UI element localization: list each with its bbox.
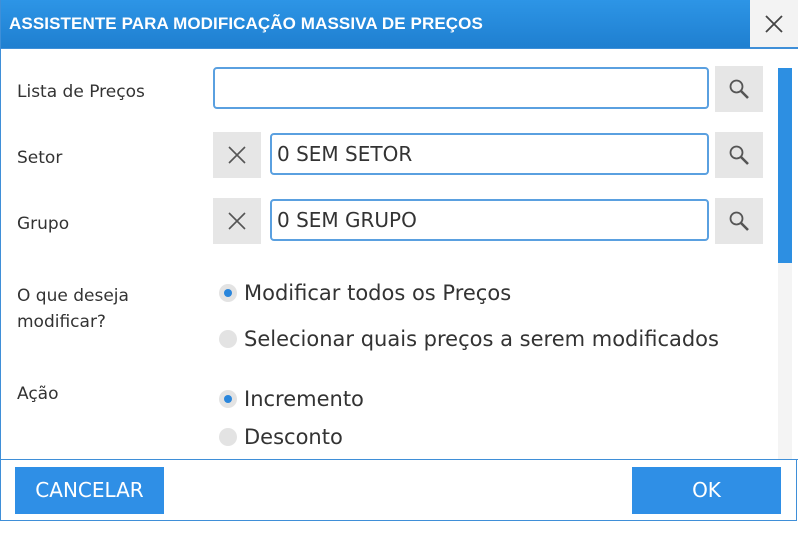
grupo-input[interactable]: 0 SEM GRUPO (270, 199, 709, 241)
radio-desconto[interactable] (219, 428, 237, 446)
cancel-button[interactable]: CANCELAR (15, 467, 164, 514)
close-icon (765, 15, 783, 33)
grupo-search-button[interactable] (715, 198, 763, 244)
radio-modificar-todos-label[interactable]: Modificar todos os Preços (244, 281, 511, 305)
lista-precos-label: Lista de Preços (17, 82, 145, 102)
radio-selecionar-precos-label[interactable]: Selecionar quais preços a serem modifica… (244, 327, 719, 351)
form-area: Lista de Preços Setor 0 SEM SETOR Grupo … (1, 48, 798, 460)
scroll-thumb[interactable] (778, 68, 792, 263)
clear-icon (228, 146, 246, 164)
scrollbar[interactable] (778, 68, 792, 459)
close-button[interactable] (750, 0, 798, 48)
radio-modificar-todos[interactable] (219, 284, 237, 302)
lista-precos-search-button[interactable] (715, 66, 763, 112)
radio-incremento-label[interactable]: Incremento (244, 387, 364, 411)
search-icon (729, 79, 749, 99)
title-bar: ASSISTENTE PARA MODIFICAÇÃO MASSIVA DE P… (1, 0, 750, 48)
acao-label: Ação (17, 384, 59, 404)
clear-icon (228, 212, 246, 230)
radio-selecionar-precos[interactable] (219, 330, 237, 348)
radio-desconto-label[interactable]: Desconto (244, 425, 343, 449)
dialog: ASSISTENTE PARA MODIFICAÇÃO MASSIVA DE P… (0, 0, 798, 521)
search-icon (729, 145, 749, 165)
setor-label: Setor (17, 148, 63, 168)
ok-button[interactable]: OK (632, 467, 781, 514)
setor-input[interactable]: 0 SEM SETOR (270, 133, 709, 175)
dialog-title: ASSISTENTE PARA MODIFICAÇÃO MASSIVA DE P… (9, 14, 483, 33)
modificar-label-line2: modificar? (17, 312, 106, 332)
search-icon (729, 211, 749, 231)
lista-precos-input[interactable] (213, 67, 709, 109)
grupo-label: Grupo (17, 214, 70, 234)
modificar-label-line1: O que deseja (17, 286, 129, 306)
setor-clear-button[interactable] (213, 132, 261, 178)
radio-incremento[interactable] (219, 390, 237, 408)
setor-search-button[interactable] (715, 132, 763, 178)
grupo-clear-button[interactable] (213, 198, 261, 244)
